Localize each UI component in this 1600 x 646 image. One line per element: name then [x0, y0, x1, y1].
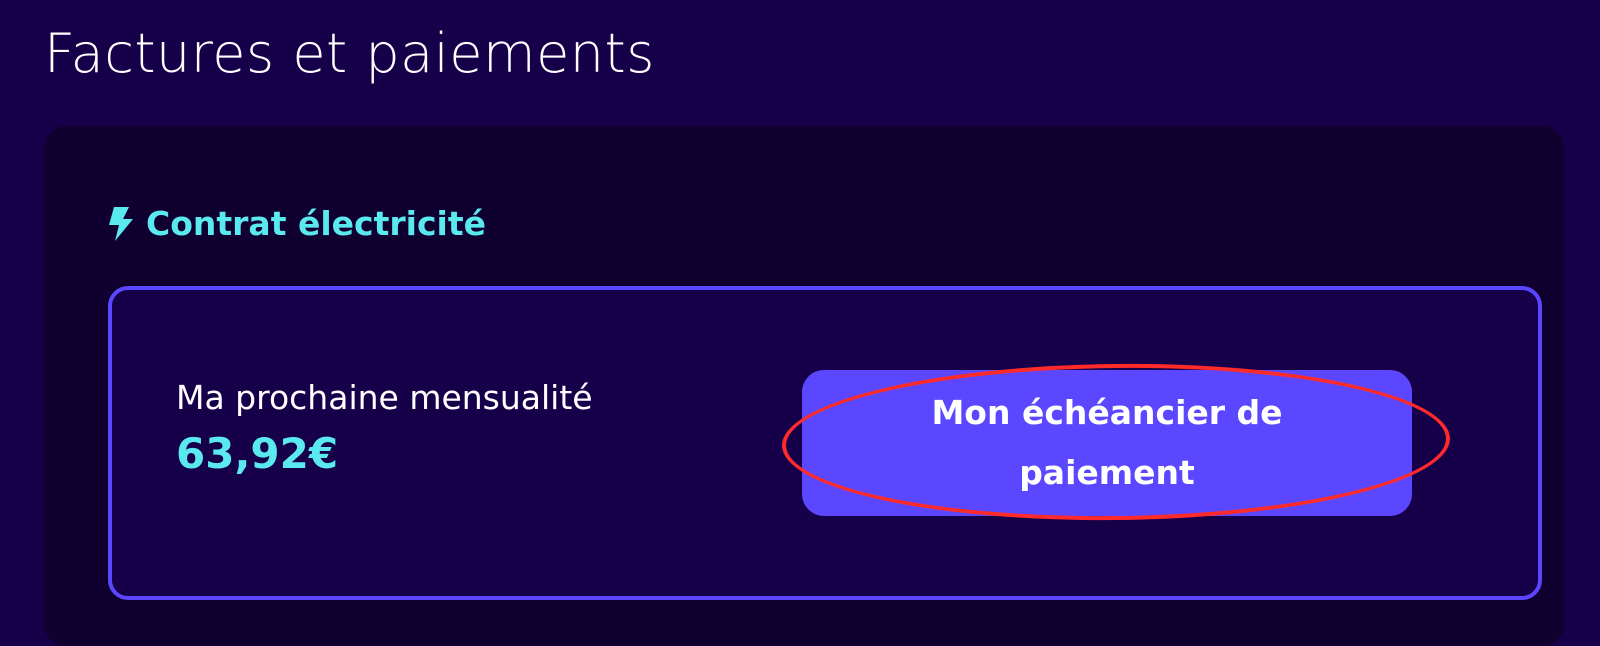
electricity-contract-section: Contrat électricité Ma prochaine mensual…	[44, 126, 1564, 646]
section-title: Contrat électricité	[146, 204, 486, 243]
contract-summary-box: Ma prochaine mensualité 63,92€ Mon échéa…	[108, 286, 1542, 600]
next-payment-amount: 63,92€	[176, 429, 339, 478]
section-header: Contrat électricité	[106, 206, 486, 242]
page-title: Factures et paiements	[44, 22, 655, 85]
payment-schedule-button[interactable]: Mon échéancier de paiement	[802, 370, 1412, 516]
next-payment-label: Ma prochaine mensualité	[176, 378, 593, 417]
lightning-bolt-icon	[109, 207, 133, 241]
